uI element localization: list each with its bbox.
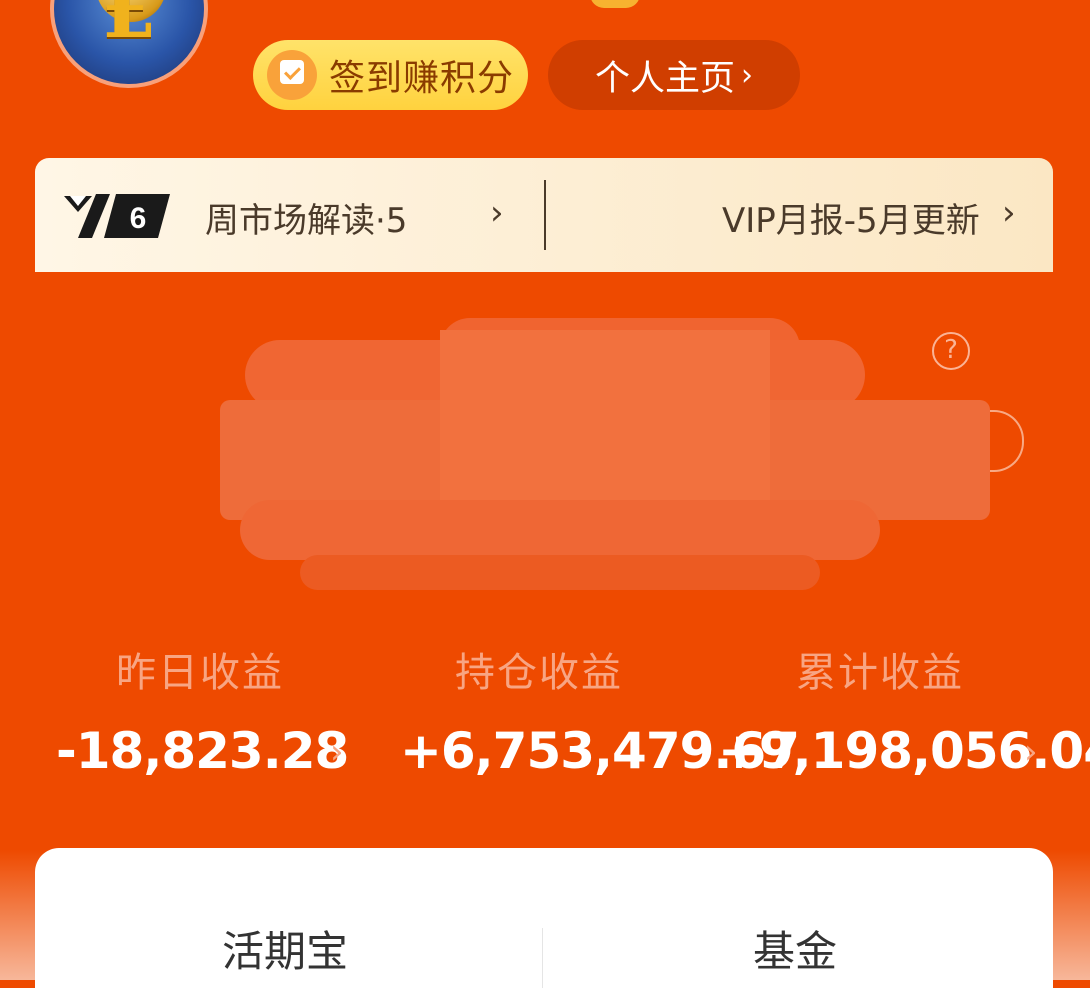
profile-label: 个人主页	[594, 58, 735, 99]
redaction-block	[240, 500, 880, 560]
crown-icon	[590, 0, 640, 8]
vip-monthly-report-link[interactable]: VIP月报-5月更新	[722, 193, 980, 242]
product-tabs-card	[35, 848, 1053, 988]
tab-current-savings[interactable]: 活期宝	[222, 918, 348, 979]
chevron-right-icon: ›	[1024, 732, 1038, 772]
check-calendar-icon	[267, 50, 317, 100]
currency-symbol-graphic: £	[101, 0, 157, 56]
chevron-right-icon: ›	[1002, 193, 1016, 233]
redaction-block	[300, 555, 820, 590]
diamond-vip-badge-icon: 6	[64, 194, 170, 238]
vip-level-number: 6	[130, 202, 147, 235]
help-icon[interactable]: ?	[932, 332, 970, 370]
sign-in-earn-points-button[interactable]: 签到赚积分	[253, 40, 528, 110]
personal-homepage-button[interactable]: 个人主页 ›	[548, 40, 800, 110]
sign-in-label: 签到赚积分	[329, 58, 515, 99]
chevron-right-icon: ›	[741, 57, 753, 93]
chevron-right-icon: ›	[330, 732, 344, 772]
tab-funds[interactable]: 基金	[753, 918, 837, 979]
holding-profit-label: 持仓收益	[455, 650, 623, 696]
yesterday-profit-value[interactable]: -18,823.28	[56, 722, 349, 780]
cumulative-profit-label: 累计收益	[796, 650, 964, 696]
tab-divider	[542, 928, 543, 988]
chevron-right-icon: ›	[490, 193, 504, 233]
yesterday-profit-label: 昨日收益	[116, 650, 284, 696]
user-avatar[interactable]: £	[50, 0, 208, 88]
vip-divider	[544, 180, 546, 250]
weekly-market-reading-link[interactable]: 周市场解读·5	[205, 193, 407, 242]
